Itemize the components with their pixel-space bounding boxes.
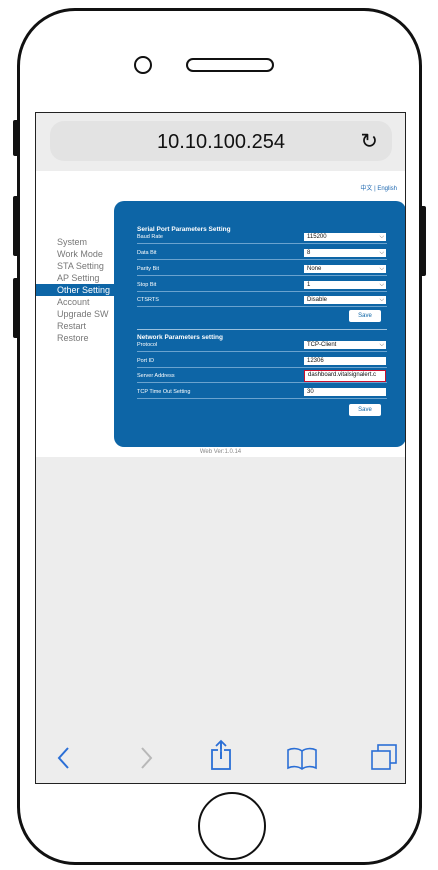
data-bit-select[interactable]: 8 ⌵ [304, 249, 386, 257]
serial-row-ctsrts: CTSRTS Disable ⌵ [137, 296, 387, 307]
volume-down-button [13, 278, 19, 338]
nav-item-upgrade-sw[interactable]: Upgrade SW [36, 308, 114, 320]
network-row-protocol: Protocol TCP-Client ⌵ [137, 341, 387, 352]
parity-bit-select[interactable]: None ⌵ [304, 265, 386, 273]
chevron-down-icon: ⌵ [379, 234, 384, 240]
nav-item-work-mode[interactable]: Work Mode [36, 248, 114, 260]
earpiece-speaker [186, 58, 274, 72]
section-divider [137, 329, 387, 330]
protocol-value: TCP-Client [307, 342, 337, 348]
stop-bit-value: 1 [307, 282, 311, 288]
back-icon[interactable] [54, 745, 74, 771]
chevron-down-icon: ⌵ [379, 297, 384, 303]
chevron-down-icon: ⌵ [379, 342, 384, 348]
tabs-icon[interactable] [370, 743, 398, 771]
parity-bit-label: Parity Bit [137, 266, 160, 272]
server-address-label: Server Address [137, 373, 175, 379]
browser-toolbar [36, 733, 405, 783]
lang-english-link[interactable]: English [377, 186, 397, 192]
network-row-tcp-timeout: TCP Time Out Setting 30 [137, 388, 387, 399]
stop-bit-select[interactable]: 1 ⌵ [304, 281, 386, 289]
home-button[interactable] [198, 792, 266, 860]
data-bit-label: Data Bit [137, 250, 157, 256]
ctsrts-label: CTSRTS [137, 297, 159, 303]
nav-item-other-setting[interactable]: Other Setting [36, 284, 114, 296]
port-id-input[interactable]: 12306 [304, 357, 386, 365]
lang-chinese-link[interactable]: 中文 [360, 186, 372, 192]
serial-row-baud-rate: Baud Rate 115200 ⌵ [137, 233, 387, 244]
url-text: 10.10.100.254 [157, 131, 285, 153]
nav-item-account[interactable]: Account [36, 296, 114, 308]
nav-item-restart[interactable]: Restart [36, 320, 114, 332]
mute-switch [13, 120, 19, 156]
bookmarks-icon[interactable] [286, 745, 318, 771]
nav-item-restore[interactable]: Restore [36, 332, 114, 344]
web-version: Web Ver:1.0.14 [199, 449, 242, 455]
protocol-select[interactable]: TCP-Client ⌵ [304, 341, 386, 349]
baud-rate-value: 115200 [307, 234, 327, 240]
lang-separator: | [374, 186, 376, 192]
share-icon[interactable] [208, 739, 234, 771]
serial-row-data-bit: Data Bit 8 ⌵ [137, 249, 387, 260]
parity-bit-value: None [307, 266, 322, 272]
web-page: 中文 | English System Work Mode STA Settin… [36, 171, 405, 457]
settings-panel: Serial Port Parameters Setting Baud Rate… [114, 201, 405, 447]
chevron-down-icon: ⌵ [379, 282, 384, 288]
front-camera [134, 56, 152, 74]
port-id-label: Port ID [137, 358, 155, 364]
network-save-button[interactable]: Save [349, 404, 381, 416]
serial-save-button[interactable]: Save [349, 310, 381, 322]
tcp-timeout-label: TCP Time Out Setting [137, 389, 191, 395]
serial-row-parity-bit: Parity Bit None ⌵ [137, 265, 387, 276]
volume-up-button [13, 196, 19, 256]
server-address-input[interactable]: dashboard.vitalsignalert.c [304, 370, 386, 382]
baud-rate-select[interactable]: 115200 ⌵ [304, 233, 386, 241]
address-bar[interactable]: 10.10.100.254 ↻ [50, 121, 392, 161]
data-bit-value: 8 [307, 250, 311, 256]
chevron-down-icon: ⌵ [379, 250, 384, 256]
tcp-timeout-input[interactable]: 30 [304, 388, 386, 396]
baud-rate-label: Baud Rate [137, 234, 163, 240]
serial-row-stop-bit: Stop Bit 1 ⌵ [137, 281, 387, 292]
screen: 10.10.100.254 ↻ 中文 | English System Work… [35, 112, 406, 784]
power-button [420, 206, 426, 276]
network-section-title: Network Parameters setting [137, 334, 223, 341]
nav-item-sta-setting[interactable]: STA Setting [36, 260, 114, 272]
protocol-label: Protocol [137, 342, 158, 348]
chevron-down-icon: ⌵ [379, 266, 384, 272]
sidebar-nav: System Work Mode STA Setting AP Setting … [36, 236, 114, 344]
network-row-port-id: Port ID 12306 [137, 357, 387, 368]
reload-icon[interactable]: ↻ [360, 129, 378, 154]
serial-section-title: Serial Port Parameters Setting [137, 226, 231, 233]
forward-icon[interactable] [136, 745, 156, 771]
stop-bit-label: Stop Bit [137, 282, 157, 288]
nav-item-ap-setting[interactable]: AP Setting [36, 272, 114, 284]
language-switch: 中文 | English [360, 183, 397, 192]
nav-item-system[interactable]: System [36, 236, 114, 248]
ctsrts-value: Disable [307, 297, 328, 303]
ctsrts-select[interactable]: Disable ⌵ [304, 296, 386, 304]
network-row-server-address: Server Address dashboard.vitalsignalert.… [137, 370, 387, 383]
